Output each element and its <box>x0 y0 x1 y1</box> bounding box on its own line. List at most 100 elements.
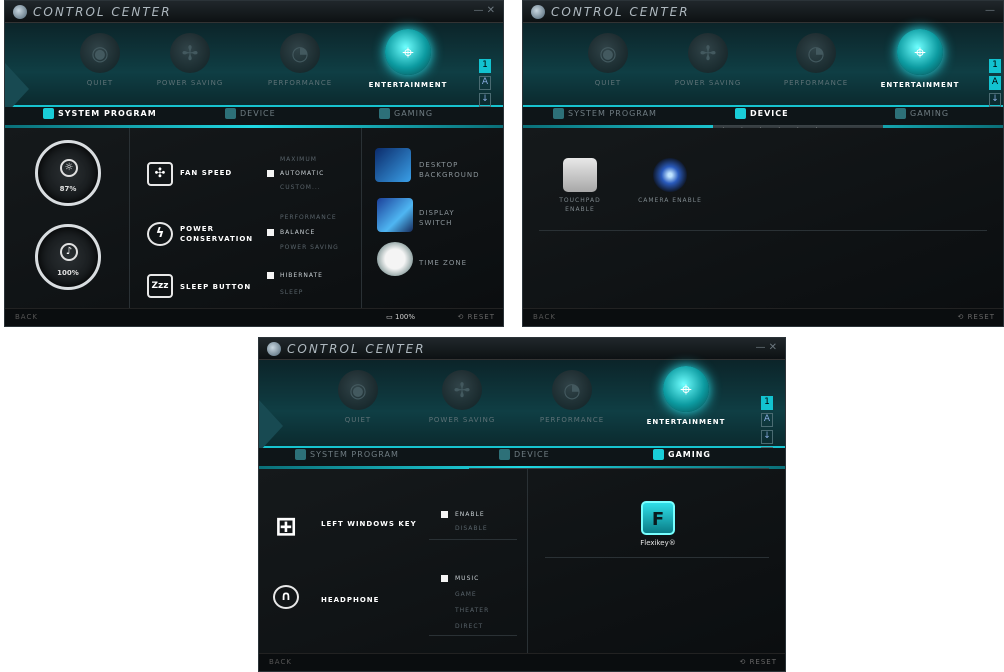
mode-quiet[interactable]: ◉ QUIET <box>303 366 413 440</box>
time-zone-icon[interactable] <box>377 242 413 276</box>
headphone-label: HEADPHONE <box>321 596 380 604</box>
tab-device[interactable]: DEVICE <box>499 449 550 460</box>
app-title: CONTROL CENTER <box>33 5 172 19</box>
power-saving-icon: ✢ <box>442 370 482 410</box>
desktop-background-label[interactable]: DESKTOP BACKGROUND <box>419 160 489 180</box>
volume-icon: ♪ <box>60 243 78 261</box>
windows-key-option-disable[interactable]: DISABLE <box>455 525 488 532</box>
gaming-icon <box>895 108 906 119</box>
reset-button[interactable]: ⟲ RESET <box>457 313 495 321</box>
power-option-power-saving[interactable]: POWER SAVING <box>280 244 339 251</box>
minimize-close-buttons[interactable]: — ✕ <box>755 342 777 353</box>
fan-option-automatic[interactable]: AUTOMATIC <box>280 170 324 177</box>
caps-lock-icon: A <box>761 413 773 427</box>
sleep-option-sleep[interactable]: SLEEP <box>280 289 303 296</box>
minimize-close-buttons[interactable]: — ✕ <box>473 5 495 16</box>
windows-key-option-enable[interactable]: ENABLE <box>455 511 485 518</box>
flexikey-card[interactable]: F Flexikey® <box>623 501 693 548</box>
fan-automatic-radio[interactable] <box>267 170 274 177</box>
headphone-option-direct[interactable]: DIRECT <box>455 623 483 630</box>
back-button[interactable]: BACK <box>15 313 38 321</box>
power-option-balance[interactable]: BALANCE <box>280 229 315 236</box>
minimize-close-buttons[interactable]: — <box>985 5 995 16</box>
performance-icon: ◔ <box>280 33 320 73</box>
mode-performance[interactable]: ◔ PERFORMANCE <box>517 366 627 440</box>
brightness-gauge[interactable]: ☼ 87% <box>35 140 101 206</box>
performance-icon: ◔ <box>796 33 836 73</box>
sleep-button-label: SLEEP BUTTON <box>180 283 252 291</box>
tab-system-program[interactable]: SYSTEM PROGRAM <box>295 449 399 460</box>
num-lock-icon: 1 <box>761 396 773 410</box>
control-center-window-gaming: CONTROL CENTER — ✕ ◉ QUIET ✢ POWER SAVING … <box>258 337 786 672</box>
title-bar: CONTROL CENTER — <box>523 1 1003 23</box>
time-zone-label[interactable]: TIME ZONE <box>419 258 467 268</box>
tab-system-program[interactable]: SYSTEM PROGRAM <box>553 108 657 119</box>
divider <box>129 128 130 308</box>
headphone-option-game[interactable]: GAME <box>455 591 477 598</box>
scroll-lock-icon: ↓ <box>761 430 773 444</box>
app-logo-icon <box>13 5 27 19</box>
flexikey-icon: F <box>641 501 675 535</box>
mode-entertainment[interactable]: ⌖ ENTERTAINMENT <box>631 366 741 440</box>
scroll-left-arrow[interactable] <box>259 400 283 452</box>
mode-power-saving[interactable]: ✢ POWER SAVING <box>407 366 517 440</box>
tab-bar: SYSTEM PROGRAM DEVICE GAMING <box>5 107 503 125</box>
mode-performance[interactable]: ◔ PERFORMANCE <box>245 29 355 103</box>
power-balance-radio[interactable] <box>267 229 274 236</box>
tab-bar: SYSTEM PROGRAM DEVICE GAMING <box>523 107 1003 125</box>
windows-key-icon: ⊞ <box>275 512 297 542</box>
divider <box>429 635 517 636</box>
power-conservation-label: POWER CONSERVATION <box>180 225 254 243</box>
app-logo-icon <box>267 342 281 356</box>
mode-bar: ◉ QUIET ✢ POWER SAVING ◔ PERFORMANCE ⌖ ENTER… <box>259 360 785 461</box>
back-button[interactable]: BACK <box>533 313 556 321</box>
control-center-window-system: CONTROL CENTER — ✕ ◉ QUIET ✢ POWER SAVING … <box>4 0 504 327</box>
tab-system-program[interactable]: SYSTEM PROGRAM <box>43 108 157 119</box>
device-panel: TOUCHPAD ENABLE CAMERA ENABLE <box>523 128 1003 308</box>
mode-bar: ◉ QUIET ✢ POWER SAVING ◔ PERFORMANCE ⌖ ENTER… <box>5 23 503 124</box>
divider <box>429 539 517 540</box>
app-title: CONTROL CENTER <box>551 5 690 19</box>
entertainment-icon: ⌖ <box>385 29 431 75</box>
volume-gauge[interactable]: ♪ 100% <box>35 224 101 290</box>
touchpad-card[interactable]: TOUCHPAD ENABLE <box>545 158 615 214</box>
system-program-icon <box>553 108 564 119</box>
reset-button[interactable]: ⟲ RESET <box>957 313 995 321</box>
tab-device[interactable]: DEVICE <box>225 108 276 119</box>
num-lock-icon: 1 <box>989 59 1001 73</box>
scroll-lock-icon: ↓ <box>989 93 1001 107</box>
tab-gaming[interactable]: GAMING <box>895 108 949 119</box>
brightness-icon: ☼ <box>60 159 78 177</box>
desktop-background-icon[interactable] <box>375 148 411 182</box>
control-center-window-device: CONTROL CENTER — ◉ QUIET ✢ POWER SAVING ◔ P… <box>522 0 1004 327</box>
performance-icon: ◔ <box>552 370 592 410</box>
divider <box>527 469 528 653</box>
mode-performance[interactable]: ◔ PERFORMANCE <box>761 29 871 103</box>
caps-lock-icon: A <box>479 76 491 90</box>
display-switch-icon[interactable] <box>377 198 413 232</box>
tab-gaming[interactable]: GAMING <box>653 449 711 460</box>
display-switch-label[interactable]: DISPLAY SWITCH <box>419 208 479 228</box>
mode-entertainment[interactable]: ⌖ ENTERTAINMENT <box>865 29 975 103</box>
mode-power-saving[interactable]: ✢ POWER SAVING <box>653 29 763 103</box>
headphone-option-music[interactable]: MUSIC <box>455 575 479 582</box>
camera-card[interactable]: CAMERA ENABLE <box>635 158 705 205</box>
headphone-option-theater[interactable]: THEATER <box>455 607 489 614</box>
mode-quiet[interactable]: ◉ QUIET <box>553 29 663 103</box>
mode-power-saving[interactable]: ✢ POWER SAVING <box>135 29 245 103</box>
status-bar: BACK ⟲ RESET <box>259 653 785 671</box>
back-button[interactable]: BACK <box>269 658 292 666</box>
windows-key-enable-radio[interactable] <box>441 511 448 518</box>
reset-button[interactable]: ⟲ RESET <box>739 658 777 666</box>
sleep-hibernate-radio[interactable] <box>267 272 274 279</box>
tab-device[interactable]: DEVICE <box>735 108 789 119</box>
fan-option-custom[interactable]: CUSTOM... <box>280 184 321 191</box>
tab-gaming[interactable]: GAMING <box>379 108 433 119</box>
headphone-music-radio[interactable] <box>441 575 448 582</box>
power-option-performance[interactable]: PERFORMANCE <box>280 214 337 221</box>
system-program-icon <box>43 108 54 119</box>
fan-icon: ✣ <box>147 162 173 186</box>
mode-entertainment[interactable]: ⌖ ENTERTAINMENT <box>353 29 463 103</box>
fan-option-maximum[interactable]: MAXIMUM <box>280 156 317 163</box>
sleep-option-hibernate[interactable]: HIBERNATE <box>280 272 323 279</box>
